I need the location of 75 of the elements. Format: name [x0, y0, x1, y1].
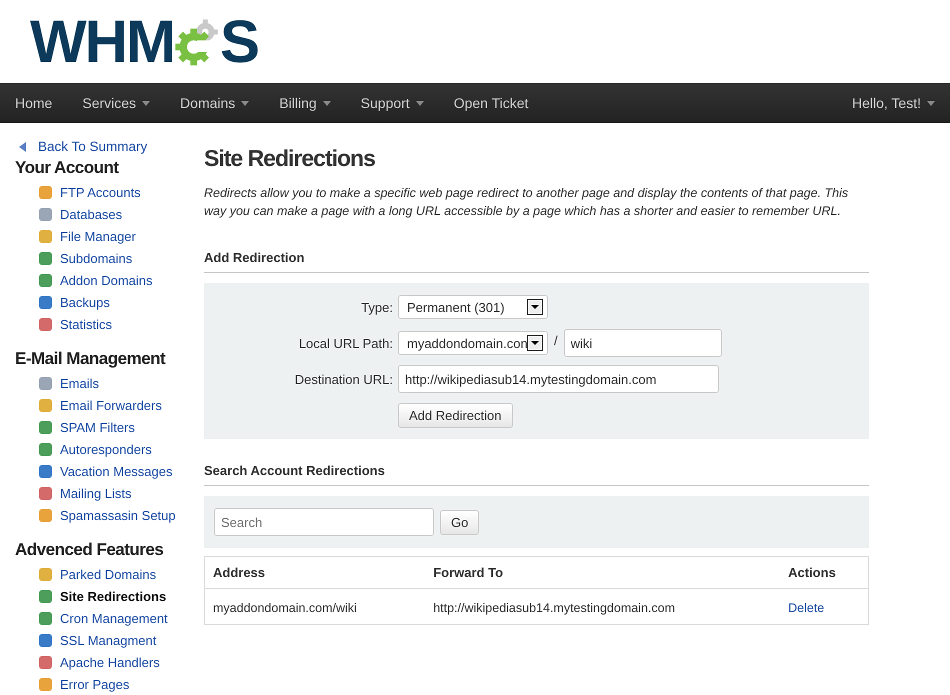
- page-title: Site Redirections: [204, 145, 376, 172]
- dropdown-arrow-icon: [527, 335, 543, 351]
- square-icon: [39, 508, 52, 522]
- square-icon: [39, 656, 52, 668]
- table-cell: http://wikipediasub14.mytestingdomain.com: [425, 588, 780, 624]
- sidebar-item[interactable]: Email Forwarders: [15, 394, 190, 416]
- field-label: Destination URL:: [294, 372, 394, 386]
- nav-link[interactable]: Home: [0, 83, 68, 123]
- square-icon: [39, 464, 52, 478]
- sidebar-item[interactable]: Vacation Messages: [15, 460, 190, 482]
- square-icon: [39, 318, 52, 330]
- back-link[interactable]: Back To Summary: [19, 138, 190, 155]
- section-title: Your Account: [15, 158, 120, 178]
- sidebar-item[interactable]: Parked Domains: [15, 563, 190, 585]
- input-field[interactable]: http://wikipediasub14.mytestingdomain.com: [398, 365, 719, 393]
- sidebar-item[interactable]: File Manager: [15, 225, 190, 247]
- sidebar-item[interactable]: Mailing Lists: [15, 482, 190, 504]
- square-icon: [39, 590, 52, 602]
- dropdown[interactable]: Permanent (301): [398, 295, 548, 319]
- sidebar-item[interactable]: Site Redirections: [15, 585, 190, 607]
- section-title: E-Mail Management: [15, 349, 166, 369]
- separator-text: /: [553, 332, 559, 348]
- nav-link[interactable]: Services: [67, 83, 166, 123]
- triangle-left-icon: [19, 142, 26, 152]
- field-label: Type:: [360, 300, 394, 314]
- square-icon: [39, 230, 52, 242]
- square-icon: [39, 398, 52, 412]
- square-icon: [39, 486, 52, 500]
- add-redirection-button[interactable]: Add Redirection: [398, 402, 512, 428]
- nav-link[interactable]: Domains: [165, 83, 264, 123]
- square-icon: [39, 252, 52, 264]
- square-icon: [39, 208, 52, 220]
- sidebar-item[interactable]: SSL Managment: [15, 629, 190, 651]
- nav-link[interactable]: Support: [346, 83, 439, 123]
- search-field[interactable]: Search: [214, 508, 434, 536]
- square-icon: [39, 296, 52, 308]
- user-menu[interactable]: Hello, Test!: [837, 83, 950, 123]
- sidebar-item[interactable]: Error Pages: [15, 673, 190, 695]
- sidebar-item[interactable]: SPAM Filters: [15, 416, 190, 438]
- sidebar-item[interactable]: Cron Management: [15, 607, 190, 629]
- square-icon: [39, 274, 52, 286]
- table-cell: myaddondomain.com/wiki: [204, 588, 426, 624]
- go-button[interactable]: Go: [440, 510, 480, 534]
- delete-link[interactable]: Delete: [788, 601, 824, 615]
- sidebar-item[interactable]: Apache Handlers: [15, 651, 190, 673]
- square-icon: [39, 186, 52, 198]
- section-heading: Add Redirection: [204, 250, 869, 273]
- square-icon: [39, 420, 52, 434]
- sidebar-item[interactable]: Backups: [15, 291, 190, 313]
- square-icon: [39, 568, 52, 580]
- intro-text: Redirects allow you to make a specific web page redirect to another page and display the contents of that page. This way you can make a page with a long URL accessible by a page which has a shorter and easier to remember URL.: [204, 185, 850, 220]
- sidebar-item[interactable]: Statistics: [15, 313, 190, 335]
- square-icon: [39, 612, 52, 624]
- input-field[interactable]: wiki: [564, 329, 722, 357]
- nav-link[interactable]: Billing: [264, 83, 346, 123]
- section-heading: Search Account Redirections: [204, 463, 869, 486]
- sidebar-item[interactable]: Emails: [15, 372, 190, 394]
- sidebar-item[interactable]: Addon Domains: [15, 269, 190, 291]
- field-label: Local URL Path:: [298, 336, 394, 350]
- square-icon: [39, 442, 52, 456]
- square-icon: [39, 376, 52, 390]
- column-header: Actions: [780, 556, 868, 588]
- sidebar-item[interactable]: Databases: [15, 203, 190, 225]
- sidebar-item[interactable]: Subdomains: [15, 247, 190, 269]
- logo: WHM S: [30, 12, 258, 72]
- sidebar-item[interactable]: Autoresponders: [15, 438, 190, 460]
- nav-link[interactable]: Open Ticket: [438, 83, 544, 123]
- square-icon: [39, 634, 52, 646]
- column-header: Forward To: [425, 556, 780, 588]
- square-icon: [39, 678, 52, 690]
- column-header: Address: [204, 556, 426, 588]
- section-title: Advenced Features: [15, 540, 164, 560]
- dropdown[interactable]: myaddondomain.con: [398, 331, 548, 355]
- sidebar-item[interactable]: FTP Accounts: [15, 181, 190, 203]
- sidebar-item[interactable]: Spamassasin Setup: [15, 504, 190, 526]
